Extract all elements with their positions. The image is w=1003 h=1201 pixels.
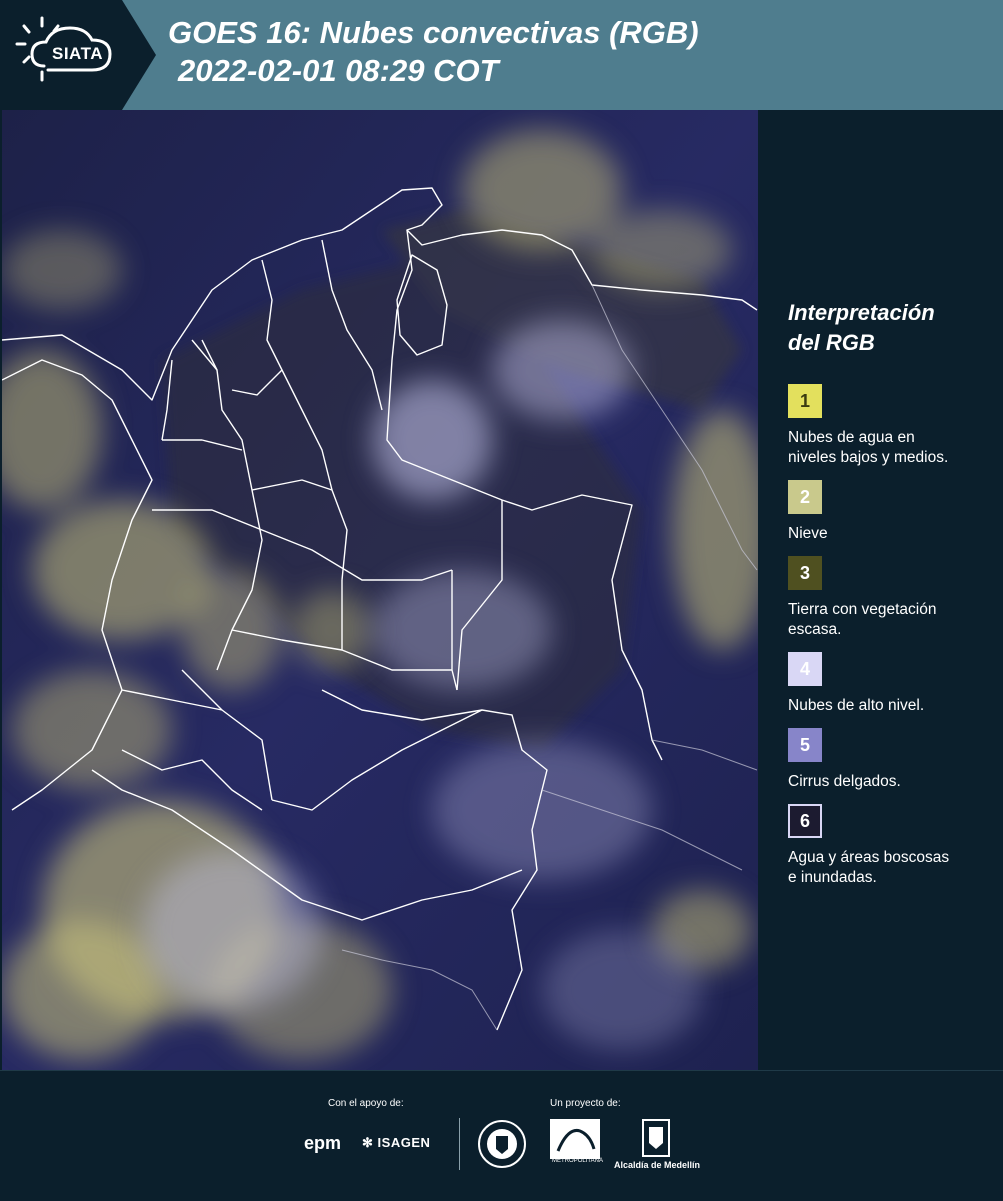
footer-sponsors: Con el apoyo de: Un proyecto de: epm ✻ I… [0,1070,1003,1201]
legend-label-1-line-2: niveles bajos y medios. [788,449,949,466]
legend-label-4: Nubes de alto nivel. [788,696,988,716]
project-caption: Un proyecto de: [550,1098,621,1109]
legend-item-high-clouds: 4 Nubes de alto nivel. [788,652,988,716]
satellite-map-image[interactable] [2,110,758,1070]
legend-swatch-3: 3 [788,556,822,590]
legend-label-2: Nieve [788,524,988,544]
rgb-legend: Interpretación del RGB 1 Nubes de agua e… [788,298,988,900]
footer-divider [459,1118,460,1170]
legend-label-1-line-1: Nubes de agua en [788,429,915,446]
siata-logo-text: SIATA [52,44,103,63]
legend-item-water-forest: 6 Agua y áreas boscosas e inundadas. [788,804,988,888]
legend-label-3-line-1: Tierra con vegetación [788,601,937,618]
title-line-2-timestamp: 2022-02-01 08:29 COT [178,53,499,88]
page-title: GOES 16: Nubes convectivas (RGB) 2022-02… [168,14,699,90]
legend-label-6-line-1: Agua y áreas boscosas [788,849,950,866]
satellite-map-svg [2,110,758,1070]
legend-label-5: Cirrus delgados. [788,772,988,792]
legend-swatch-2: 2 [788,480,822,514]
siata-logo-panel: SIATA [0,0,156,110]
legend-label-5-line-1: Cirrus delgados. [788,773,901,790]
isagen-icon: ✻ [362,1135,374,1150]
isagen-logo-text: ISAGEN [377,1135,431,1150]
epm-logo[interactable]: epm [304,1133,341,1154]
legend-label-4-line-1: Nubes de alto nivel. [788,697,925,714]
alcaldia-text: Alcaldía de Medellín [614,1160,701,1170]
support-caption: Con el apoyo de: [328,1098,404,1109]
legend-swatch-5: 5 [788,728,822,762]
legend-item-thin-cirrus: 5 Cirrus delgados. [788,728,988,792]
legend-label-3-line-2: escasa. [788,621,842,638]
legend-item-sparse-vegetation: 3 Tierra con vegetación escasa. [788,556,988,640]
area-metropolitana-text: METROPOLITANA [552,1158,603,1164]
medellin-seal-icon[interactable] [477,1119,527,1169]
alcaldia-shield-icon[interactable] [642,1119,670,1157]
legend-swatch-6: 6 [788,804,822,838]
legend-title: Interpretación del RGB [788,298,988,358]
legend-title-line-1: Interpretación [788,300,935,325]
legend-swatch-4: 4 [788,652,822,686]
legend-swatch-1: 1 [788,384,822,418]
legend-label-1: Nubes de agua en niveles bajos y medios. [788,428,988,468]
isagen-logo[interactable]: ✻ ISAGEN [362,1135,430,1151]
legend-item-snow: 2 Nieve [788,480,988,544]
legend-label-6-line-2: e inundadas. [788,869,877,886]
legend-item-low-mid-clouds: 1 Nubes de agua en niveles bajos y medio… [788,384,988,468]
legend-label-2-line-1: Nieve [788,525,828,542]
header-bar: SIATA GOES 16: Nubes convectivas (RGB) 2… [0,0,1003,110]
title-line-1: GOES 16: Nubes convectivas (RGB) [168,15,699,50]
legend-title-line-2: del RGB [788,330,875,355]
legend-label-3: Tierra con vegetación escasa. [788,600,988,640]
legend-label-6: Agua y áreas boscosas e inundadas. [788,848,988,888]
